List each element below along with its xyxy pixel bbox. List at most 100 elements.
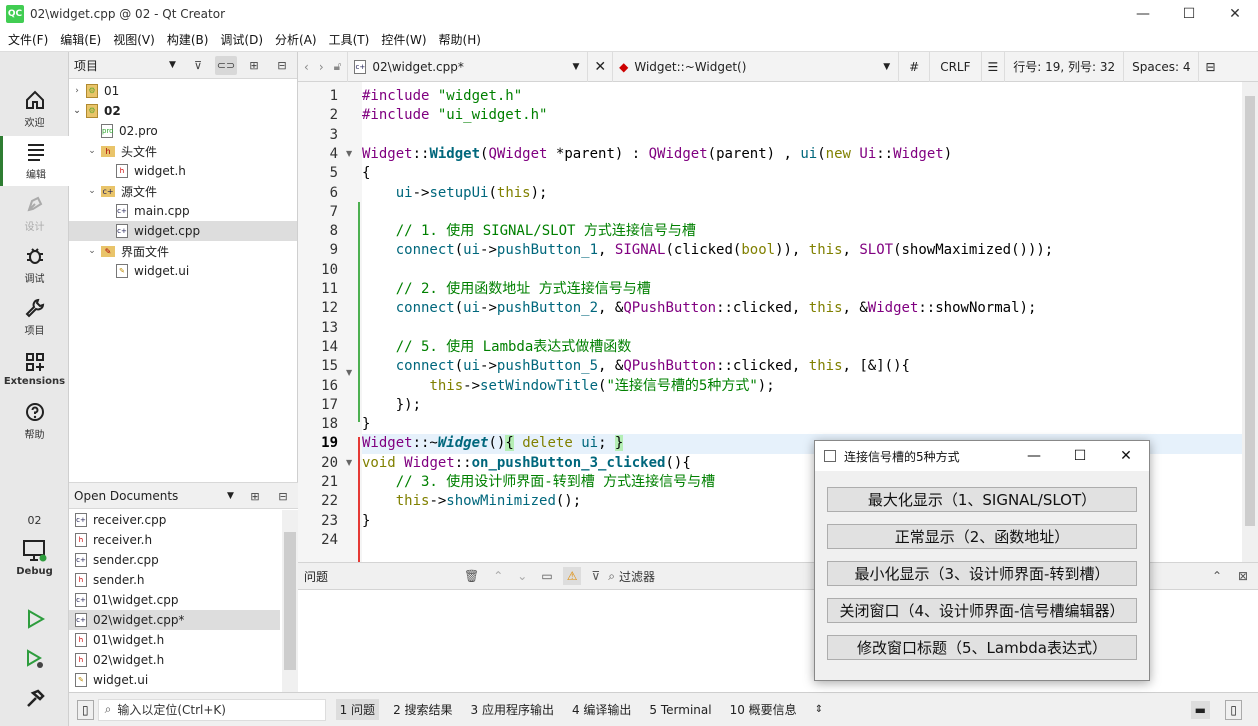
- outline-icon[interactable]: ☰: [982, 51, 1006, 82]
- open-documents-scrollbar[interactable]: [282, 510, 298, 692]
- tab-application-output[interactable]: 3 应用程序输出: [467, 699, 558, 720]
- run-button[interactable]: [0, 600, 69, 640]
- open-documents-title[interactable]: Open Documents: [74, 489, 178, 503]
- tree-item-01[interactable]: › ⚙ 01: [69, 81, 297, 101]
- build-button[interactable]: [0, 680, 69, 720]
- tab-compile-output[interactable]: 4 编译输出: [568, 699, 635, 720]
- trash-icon[interactable]: 🗑︎: [464, 569, 479, 583]
- dialog-minimize-button[interactable]: —: [1011, 441, 1057, 471]
- tree-item-sources[interactable]: ⌄ c+ 源文件: [69, 181, 297, 201]
- chevron-up-icon[interactable]: ⌃: [1212, 569, 1222, 583]
- close-window-button[interactable]: 关闭窗口（4、设计师界面-信号槽编辑器）: [827, 598, 1137, 623]
- tree-item-headers[interactable]: ⌄ h 头文件: [69, 141, 297, 161]
- menu-build[interactable]: 构建(B): [163, 31, 213, 48]
- chevron-down-icon[interactable]: ▼: [227, 491, 234, 501]
- tree-item-main-cpp[interactable]: c+ main.cpp: [69, 201, 297, 221]
- tab-search-results[interactable]: 2 搜索结果: [389, 699, 456, 720]
- link-icon[interactable]: ⊂⊃: [215, 56, 237, 75]
- mode-extensions[interactable]: Extensions: [0, 344, 69, 394]
- tree-item-widget-cpp[interactable]: c+ widget.cpp: [69, 221, 297, 241]
- tab-terminal[interactable]: 5 Terminal: [645, 701, 715, 719]
- minimize-button[interactable]: —: [1120, 0, 1166, 28]
- collapse-icon[interactable]: ⊟: [272, 487, 294, 506]
- menu-edit[interactable]: 编辑(E): [56, 31, 105, 48]
- split-editor-icon[interactable]: ⊟: [1199, 52, 1221, 82]
- menu-help[interactable]: 帮助(H): [435, 31, 485, 48]
- debug-run-button[interactable]: [0, 640, 69, 680]
- list-item[interactable]: h sender.h: [69, 570, 280, 590]
- normal-show-button[interactable]: 正常显示（2、函数地址）: [827, 524, 1137, 549]
- menu-file[interactable]: 文件(F): [4, 31, 52, 48]
- toggle-sidebar-icon[interactable]: ▯: [77, 699, 94, 720]
- list-item[interactable]: h 01\widget.h: [69, 630, 280, 650]
- lock-icon[interactable]: 🔓︎: [334, 59, 342, 74]
- dialog-close-button[interactable]: ✕: [1103, 441, 1149, 471]
- tab-issues[interactable]: 1 问题: [335, 699, 380, 720]
- menu-widgets[interactable]: 控件(W): [377, 31, 430, 48]
- project-panel-title[interactable]: 项目: [74, 57, 98, 74]
- warning-icon[interactable]: ⚠: [562, 567, 582, 585]
- collapse-arrow-icon[interactable]: ⌄: [86, 146, 98, 156]
- forward-arrow-icon[interactable]: ›: [319, 60, 324, 74]
- preprocessor-button[interactable]: #: [899, 51, 931, 82]
- line-ending-selector[interactable]: CRLF: [930, 51, 982, 82]
- menu-tools[interactable]: 工具(T): [325, 31, 374, 48]
- collapse-arrow-icon[interactable]: ⌄: [71, 106, 83, 116]
- progress-icon[interactable]: ▬: [1190, 700, 1210, 719]
- editor-scrollbar[interactable]: [1242, 82, 1258, 562]
- symbol-selector[interactable]: ◆ Widget::~Widget() ▼: [613, 51, 900, 82]
- scrollbar-thumb[interactable]: [1245, 96, 1255, 526]
- tree-item-forms[interactable]: ⌄ ✎ 界面文件: [69, 241, 297, 261]
- mode-projects[interactable]: 项目: [0, 292, 69, 342]
- locator-input[interactable]: ⌕ 输入以定位(Ctrl+K): [97, 698, 326, 721]
- kit-selector[interactable]: Debug: [0, 532, 69, 584]
- minimize-show-button[interactable]: 最小化显示（3、设计师界面-转到槽）: [827, 561, 1137, 586]
- list-item[interactable]: c+ 01\widget.cpp: [69, 590, 280, 610]
- tab-summary[interactable]: 10 概要信息: [726, 699, 801, 720]
- mode-help[interactable]: 帮助: [0, 396, 69, 446]
- menu-view[interactable]: 视图(V): [109, 31, 159, 48]
- menu-analyze[interactable]: 分析(A): [271, 31, 321, 48]
- close-button[interactable]: ✕: [1212, 0, 1258, 28]
- tree-item-widget-ui[interactable]: ✎ widget.ui: [69, 261, 297, 281]
- indentation-setting[interactable]: Spaces: 4: [1124, 51, 1200, 82]
- mode-welcome[interactable]: 欢迎: [0, 84, 69, 134]
- back-arrow-icon[interactable]: ‹: [304, 60, 309, 74]
- toggle-right-sidebar-icon[interactable]: ▯: [1225, 699, 1242, 720]
- close-pane-icon[interactable]: ⊠: [1238, 569, 1248, 583]
- close-file-icon[interactable]: ✕: [588, 51, 614, 82]
- folder-icon[interactable]: ▭: [541, 569, 552, 583]
- tree-item-pro-file[interactable]: pro 02.pro: [69, 121, 297, 141]
- maximize-button[interactable]: ☐: [1166, 0, 1212, 28]
- split-icon[interactable]: ⊞: [244, 487, 266, 506]
- cursor-position[interactable]: 行号: 19, 列号: 32: [1005, 51, 1125, 82]
- tree-item-02[interactable]: ⌄ ⚙ 02: [69, 101, 297, 121]
- fold-marker-icon[interactable]: ▼: [346, 368, 352, 377]
- split-icon[interactable]: ⊞: [243, 56, 265, 75]
- fold-marker-icon[interactable]: ▼: [346, 458, 352, 467]
- collapse-icon[interactable]: ⊟: [271, 56, 293, 75]
- filter-icon[interactable]: ⊽: [591, 569, 600, 583]
- chevron-down-icon[interactable]: ▼: [169, 60, 176, 70]
- list-item[interactable]: h receiver.h: [69, 530, 280, 550]
- list-item[interactable]: c+ 02\widget.cpp*: [69, 610, 280, 630]
- list-item[interactable]: c+ sender.cpp: [69, 550, 280, 570]
- up-arrow-icon[interactable]: ⌃: [493, 569, 503, 583]
- file-selector[interactable]: c+ 02\widget.cpp* ▼: [348, 51, 589, 82]
- mode-design[interactable]: 设计: [0, 188, 69, 238]
- fold-marker-icon[interactable]: ▼: [346, 149, 352, 158]
- maximize-show-button[interactable]: 最大化显示（1、SIGNAL/SLOT）: [827, 487, 1137, 512]
- list-item[interactable]: ✎ widget.ui: [69, 670, 280, 690]
- collapse-arrow-icon[interactable]: ⌄: [86, 246, 98, 256]
- mode-edit[interactable]: 编辑: [0, 136, 69, 186]
- down-arrow-icon[interactable]: ⌄: [517, 569, 527, 583]
- dialog-maximize-button[interactable]: ☐: [1057, 441, 1103, 471]
- scrollbar-thumb[interactable]: [284, 532, 296, 670]
- expand-arrow-icon[interactable]: ›: [71, 86, 83, 96]
- list-item[interactable]: h 02\widget.h: [69, 650, 280, 670]
- change-title-button[interactable]: 修改窗口标题（5、Lambda表达式）: [827, 635, 1137, 660]
- collapse-arrow-icon[interactable]: ⌄: [86, 186, 98, 196]
- menu-debug[interactable]: 调试(D): [216, 31, 267, 48]
- tree-item-widget-h[interactable]: h widget.h: [69, 161, 297, 181]
- list-item[interactable]: c+ receiver.cpp: [69, 510, 280, 530]
